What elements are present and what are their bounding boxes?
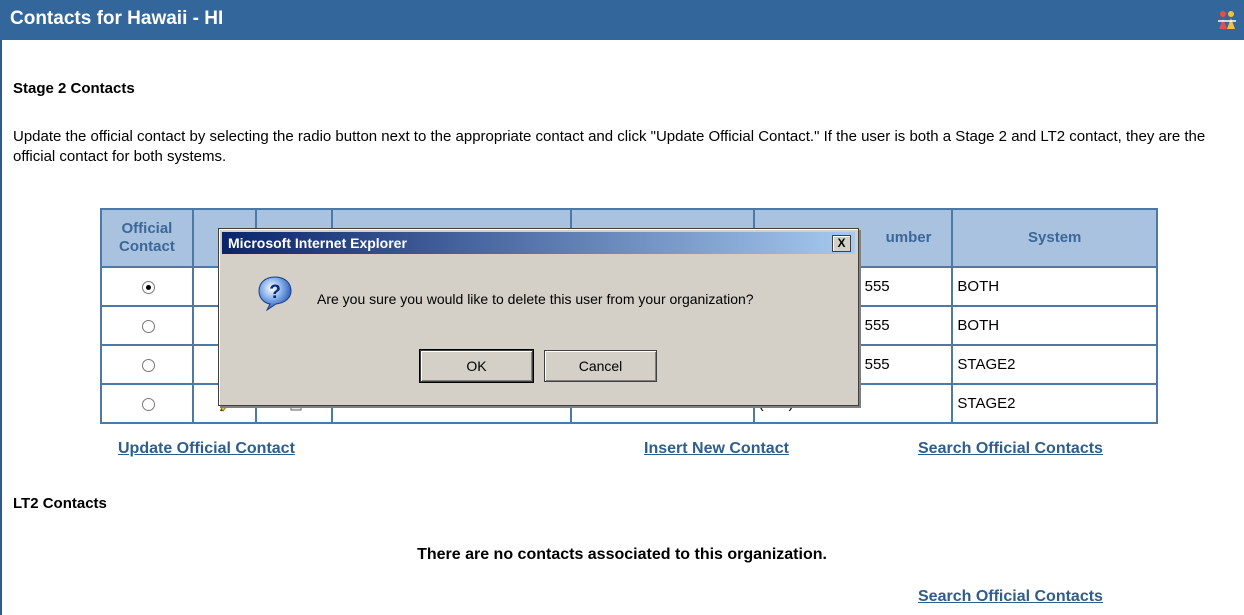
contact-system: BOTH: [951, 266, 1158, 307]
official-contact-radio[interactable]: [142, 319, 156, 333]
search-official-contacts-link[interactable]: Search Official Contacts: [918, 440, 1103, 458]
close-icon[interactable]: X: [832, 235, 851, 252]
left-border: [0, 40, 2, 615]
ok-button[interactable]: OK: [419, 349, 534, 383]
dialog-message: Are you sure you would like to delete th…: [317, 291, 754, 307]
official-contact-radio[interactable]: [142, 358, 156, 372]
confirm-dialog: Microsoft Internet Explorer X ? Are you …: [218, 228, 859, 406]
insert-new-contact-link[interactable]: Insert New Contact: [644, 440, 789, 458]
dialog-title: Microsoft Internet Explorer: [228, 235, 407, 251]
instructions-text: Update the official contact by selecting…: [13, 128, 1206, 165]
col-official-contact: Official Contact: [100, 208, 194, 268]
contact-system: STAGE2: [951, 383, 1158, 424]
official-contact-radio[interactable]: [142, 397, 156, 411]
empty-message: There are no contacts associated to this…: [417, 546, 827, 563]
official-contact-radio[interactable]: [142, 280, 156, 294]
page-title: Contacts for Hawaii - HI: [10, 8, 224, 29]
question-icon: ?: [258, 276, 292, 311]
people-icon[interactable]: [1216, 9, 1238, 31]
svg-text:?: ?: [269, 282, 281, 303]
dialog-titlebar[interactable]: Microsoft Internet Explorer X: [222, 232, 855, 254]
cancel-button[interactable]: Cancel: [544, 350, 657, 382]
stage2-heading: Stage 2 Contacts: [13, 80, 135, 97]
lt2-heading: LT2 Contacts: [13, 495, 107, 512]
contact-system: BOTH: [951, 305, 1158, 346]
page-header: Contacts for Hawaii - HI: [0, 0, 1244, 40]
lt2-search-official-contacts-link[interactable]: Search Official Contacts: [918, 588, 1103, 606]
col-system: System: [951, 208, 1158, 268]
contact-system: STAGE2: [951, 344, 1158, 385]
update-official-contact-link[interactable]: Update Official Contact: [118, 440, 295, 458]
